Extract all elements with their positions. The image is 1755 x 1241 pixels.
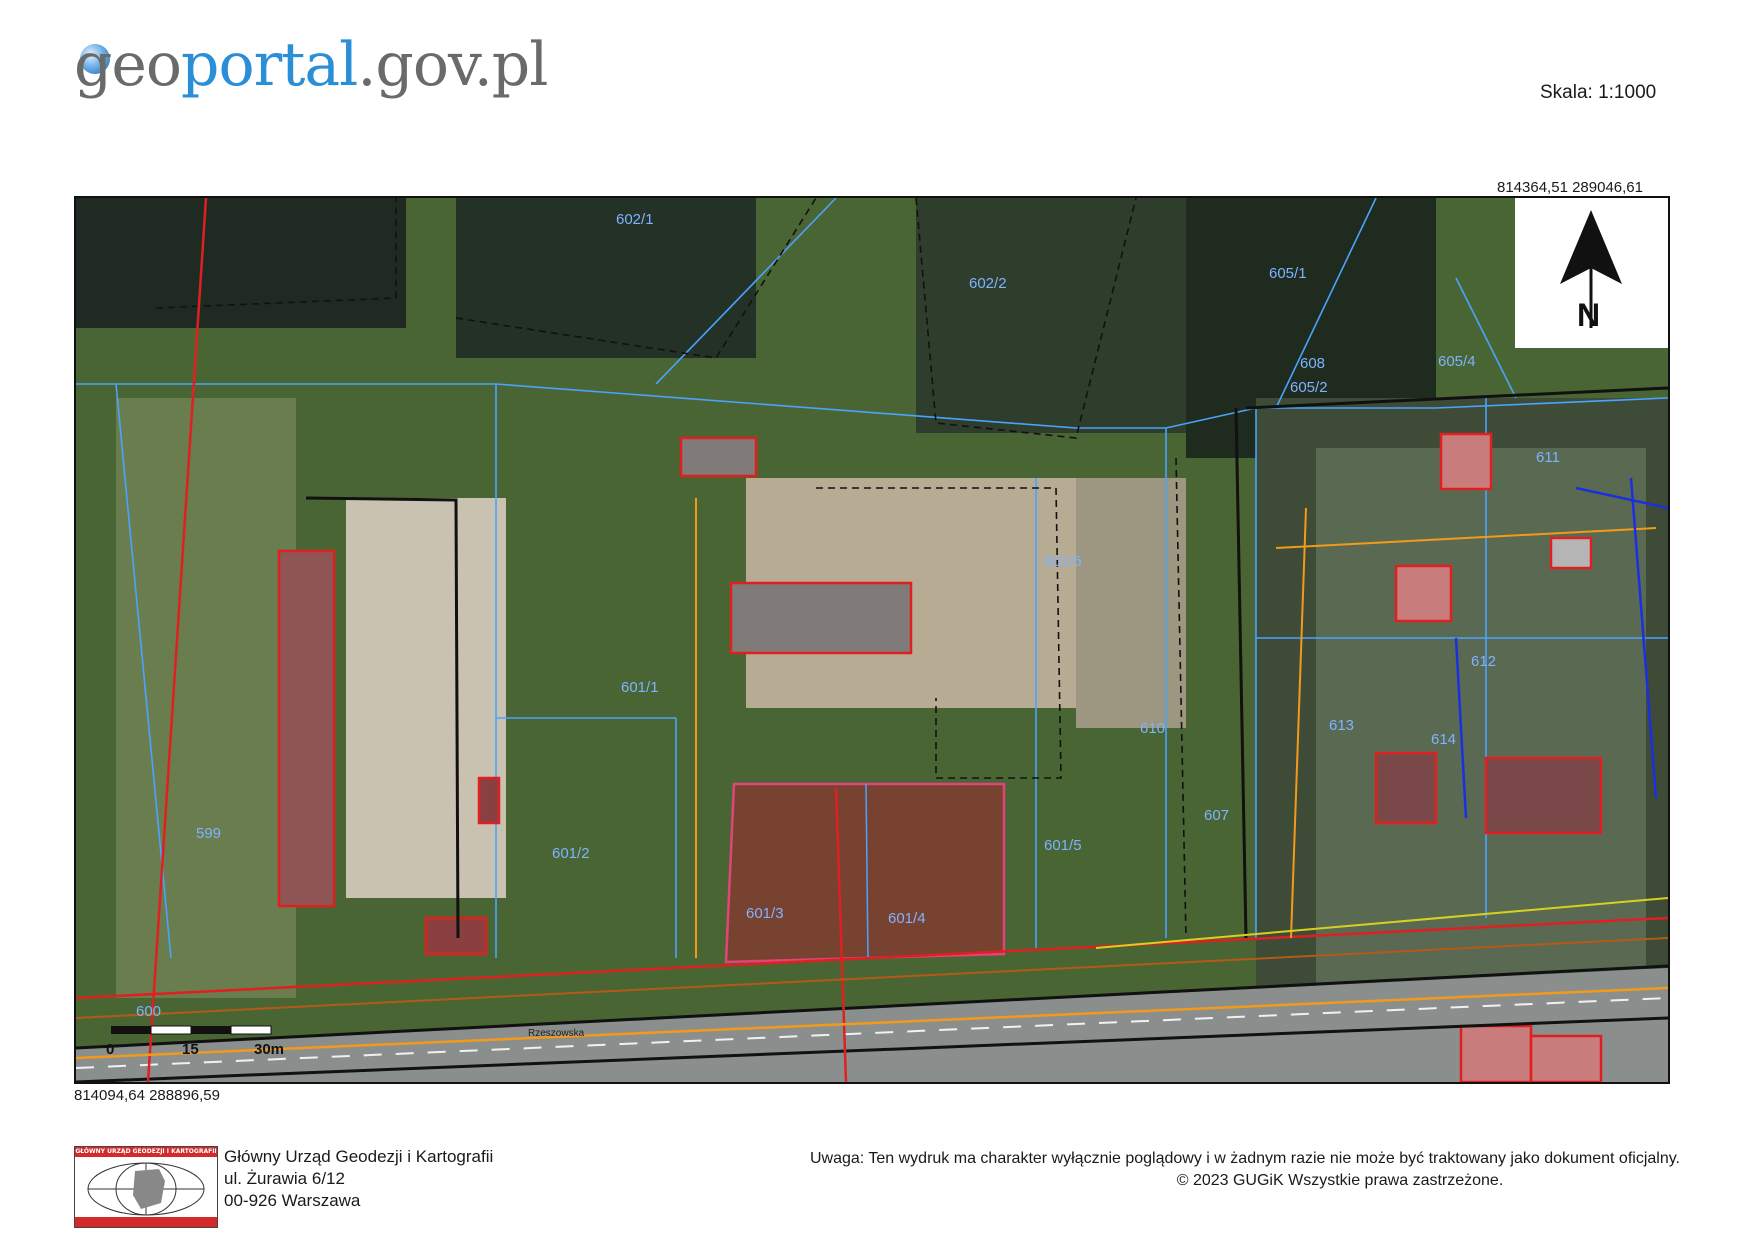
north-arrow: N (1515, 198, 1668, 348)
coordinate-bottom-left: 814094,64 288896,59 (74, 1087, 220, 1104)
street-label: Rzeszowska (528, 1028, 585, 1039)
building-shed[interactable] (424, 916, 488, 956)
bare-ground-east (1076, 478, 1186, 728)
building-garage[interactable] (1549, 536, 1593, 570)
pond-nw (76, 198, 406, 328)
logo-text-portal: portal (181, 30, 358, 100)
building-main[interactable] (729, 581, 913, 655)
building-house-4[interactable] (1484, 756, 1603, 835)
pond-ne (916, 198, 1186, 433)
parcel-label: 602/2 (969, 275, 1007, 292)
geoportal-logo: geoportal.gov.pl (74, 22, 594, 112)
parcel-label: 614 (1431, 731, 1456, 748)
scale-segment (191, 1026, 231, 1034)
logo-text-geo: geo (74, 30, 182, 100)
map-canvas[interactable]: 602/1 602/2 605/1 608 605/2 605/4 611 60… (76, 198, 1668, 1082)
scale-label-0: 0 (106, 1041, 114, 1058)
parcel-label: 601/6 (1044, 553, 1082, 570)
parcel-label: 611 (1536, 449, 1560, 466)
org-city: 00-926 Warszawa (224, 1191, 361, 1210)
building-small[interactable] (477, 776, 501, 825)
scale-segment (230, 1025, 272, 1035)
disclaimer-text: Uwaga: Ten wydruk ma charakter wyłącznie… (809, 1150, 1680, 1167)
org-street: ul. Żurawia 6/12 (224, 1169, 345, 1188)
scale-segment (150, 1025, 192, 1035)
parcel-label: 605/1 (1269, 265, 1307, 282)
gugik-logo: GŁÓWNY URZĄD GEODEZJI I KARTOGRAFII (74, 1146, 218, 1228)
meadow-west (116, 398, 296, 998)
scale-label: Skala: 1:1000 (1540, 82, 1657, 103)
building-long[interactable] (277, 549, 336, 908)
coordinate-top-right: 814364,51 289046,61 (1497, 179, 1643, 196)
highlighted-parcel[interactable] (724, 782, 1006, 964)
map-view[interactable]: 602/1 602/2 605/1 608 605/2 605/4 611 60… (74, 196, 1670, 1084)
globe-grid-icon (87, 1162, 205, 1216)
parcel-label: 608 (1300, 355, 1325, 372)
parcel-label: 601/1 (621, 679, 659, 696)
parcel-label: 600 (136, 1003, 161, 1020)
parcel-label: 607 (1204, 807, 1229, 824)
parcel-label: 605/4 (1438, 353, 1476, 370)
building-house-2[interactable] (1394, 564, 1453, 623)
building-south-1[interactable] (1459, 1024, 1533, 1082)
residential-yards (1316, 448, 1646, 988)
scale-label-15: 15 (182, 1041, 199, 1058)
disclaimer: Uwaga: Ten wydruk ma charakter wyłącznie… (700, 1148, 1680, 1192)
parcel-label: 613 (1329, 717, 1354, 734)
parcel-label: 601/4 (888, 910, 926, 927)
yard-paved (346, 498, 506, 898)
building-south-2[interactable] (1529, 1034, 1603, 1082)
scale-label-30m: 30m (254, 1041, 284, 1058)
north-label: N (1577, 297, 1600, 333)
scale-segment (111, 1026, 151, 1034)
parcel-label: 599 (196, 825, 221, 842)
org-name: Główny Urząd Geodezji i Kartografii (224, 1147, 494, 1166)
pond-north (456, 198, 756, 358)
building-house-3[interactable] (1374, 751, 1438, 825)
building-house-1[interactable] (1439, 432, 1493, 491)
parcel-label: 601/2 (552, 845, 590, 862)
parcel-label: 601/5 (1044, 837, 1082, 854)
copyright-text: © 2023 GUGiK Wszystkie prawa zastrzeżone… (1176, 1172, 1504, 1189)
parcel-label: 602/1 (616, 211, 654, 228)
logo-text-domain: .gov.pl (357, 30, 548, 100)
parcel-label: 612 (1471, 653, 1496, 670)
building-north[interactable] (679, 436, 758, 478)
parcel-label: 605/2 (1290, 379, 1328, 396)
parcel-label: 601/3 (746, 905, 784, 922)
parcel-label: 610 (1140, 720, 1165, 737)
